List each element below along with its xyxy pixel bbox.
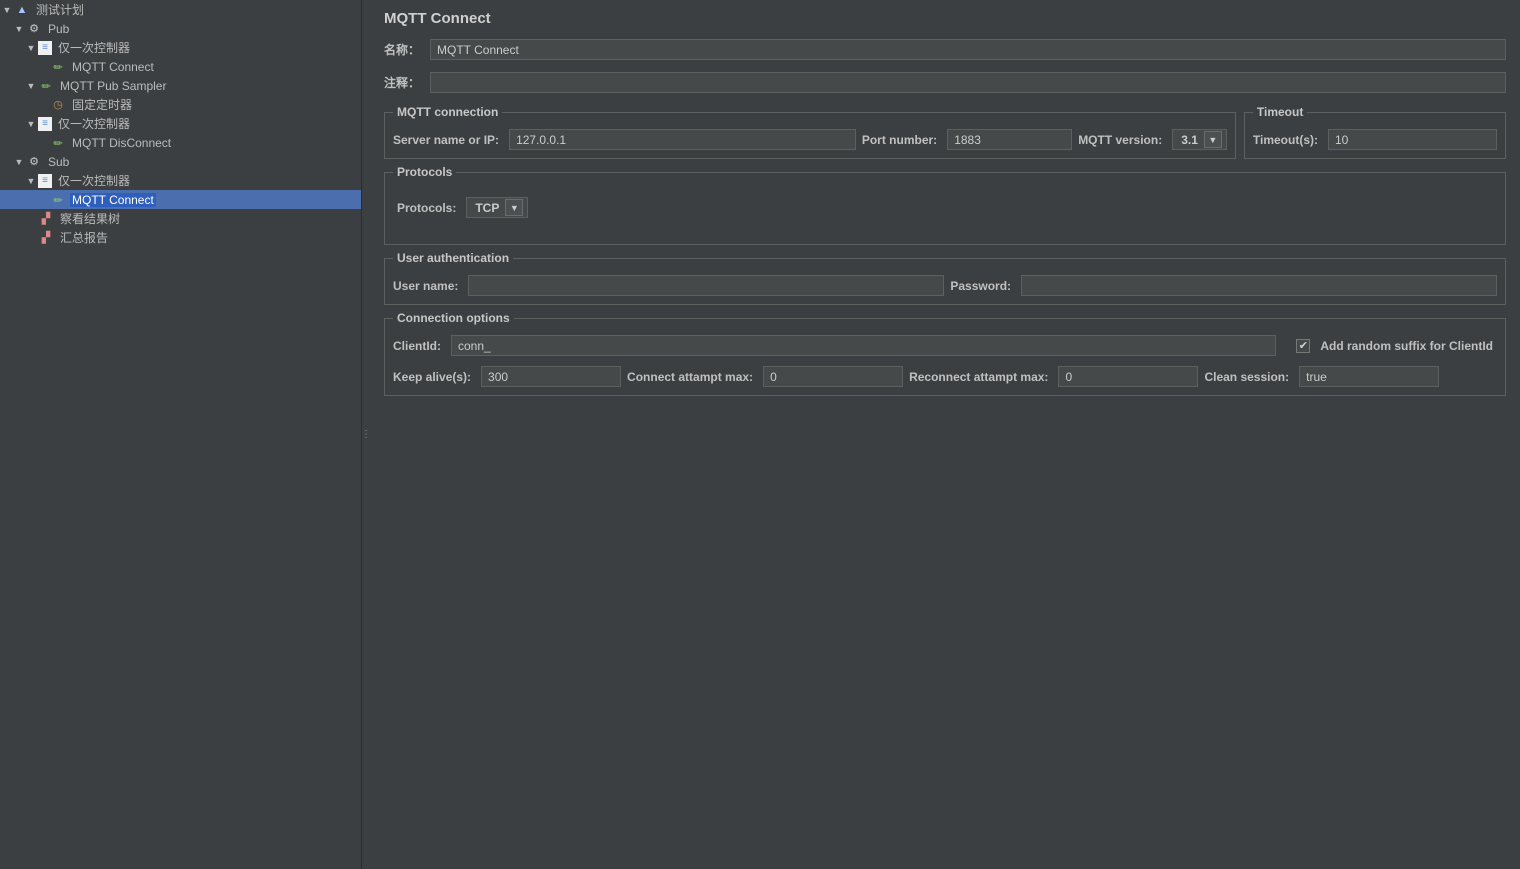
tree-label: Pub [46, 22, 71, 36]
password-label: Password: [950, 279, 1015, 293]
protocols-label: Protocols: [397, 201, 460, 215]
clean-session-input[interactable] [1299, 366, 1439, 387]
tree-label: 仅一次控制器 [56, 39, 132, 56]
sampler-icon: ✎ [47, 188, 70, 211]
tree-label: MQTT Pub Sampler [58, 79, 168, 93]
tree-label: 固定定时器 [70, 96, 134, 113]
tree-node-mqtt-connect-selected[interactable]: ✎ MQTT Connect [0, 190, 361, 209]
comment-row: 注释： [384, 72, 1506, 93]
controller-icon: ≡ [38, 117, 52, 131]
user-auth-fieldset: User authentication User name: Password: [384, 251, 1506, 305]
tree-label: MQTT Connect [70, 60, 156, 74]
server-label: Server name or IP: [393, 133, 503, 147]
flask-icon: ▲ [14, 2, 30, 18]
tree-node-sub[interactable]: ▼ ⚙ Sub [0, 152, 361, 171]
password-input[interactable] [1021, 275, 1497, 296]
name-row: 名称： [384, 39, 1506, 60]
report-icon: ▞ [38, 211, 54, 227]
connect-attempt-label: Connect attampt max: [627, 370, 757, 384]
server-input[interactable] [509, 129, 856, 150]
tree-node-view-results[interactable]: ▞ 察看结果树 [0, 209, 361, 228]
connection-options-legend: Connection options [393, 311, 514, 325]
keepalive-input[interactable] [481, 366, 621, 387]
clientid-label: ClientId: [393, 339, 445, 353]
tree-node-mqtt-disconnect[interactable]: ✎ MQTT DisConnect [0, 133, 361, 152]
sampler-icon: ✎ [47, 55, 70, 78]
gear-icon: ⚙ [26, 154, 42, 170]
mqtt-version-select[interactable]: 3.1 ▼ [1172, 129, 1227, 150]
comment-input[interactable] [430, 72, 1506, 93]
sampler-icon: ✎ [35, 74, 58, 97]
username-label: User name: [393, 279, 462, 293]
clean-session-label: Clean session: [1204, 370, 1293, 384]
name-label: 名称： [384, 41, 424, 58]
port-label: Port number: [862, 133, 941, 147]
toggle-icon[interactable]: ▼ [14, 24, 24, 34]
protocols-fieldset: Protocols Protocols: TCP ▼ [384, 165, 1506, 245]
toggle-icon[interactable]: ▼ [14, 157, 24, 167]
tree-label: MQTT DisConnect [70, 136, 173, 150]
tree-label: 仅一次控制器 [56, 172, 132, 189]
tree-node-pub-sampler[interactable]: ▼ ✎ MQTT Pub Sampler [0, 76, 361, 95]
connect-attempt-input[interactable] [763, 366, 903, 387]
protocols-value: TCP [475, 201, 499, 215]
timeout-input[interactable] [1328, 129, 1497, 150]
tree-node-test-plan[interactable]: ▼ ▲ 测试计划 [0, 0, 361, 19]
toggle-icon[interactable]: ▼ [2, 5, 12, 15]
keepalive-label: Keep alive(s): [393, 370, 475, 384]
toggle-icon[interactable]: ▼ [26, 176, 36, 186]
tree-label: 察看结果树 [58, 210, 122, 227]
reconnect-attempt-input[interactable] [1058, 366, 1198, 387]
connection-options-fieldset: Connection options ClientId: ✔ Add rando… [384, 311, 1506, 396]
tree-label: Sub [46, 155, 71, 169]
tree-label: 仅一次控制器 [56, 115, 132, 132]
user-auth-legend: User authentication [393, 251, 513, 265]
username-input[interactable] [468, 275, 944, 296]
tree-label: MQTT Connect [70, 193, 156, 207]
reconnect-attempt-label: Reconnect attampt max: [909, 370, 1052, 384]
timeout-fieldset: Timeout Timeout(s): [1244, 105, 1506, 159]
tree-node-summary[interactable]: ▞ 汇总报告 [0, 228, 361, 247]
tree-node-pub[interactable]: ▼ ⚙ Pub [0, 19, 361, 38]
controller-icon: ≡ [38, 41, 52, 55]
version-label: MQTT version: [1078, 133, 1166, 147]
chevron-down-icon: ▼ [505, 199, 523, 216]
tree-label: 汇总报告 [58, 229, 110, 246]
mqtt-connection-legend: MQTT connection [393, 105, 502, 119]
mqtt-connection-fieldset: MQTT connection Server name or IP: Port … [384, 105, 1236, 159]
comment-label: 注释： [384, 74, 424, 91]
tree-label: 测试计划 [34, 1, 86, 18]
toggle-icon[interactable]: ▼ [26, 119, 36, 129]
chevron-down-icon: ▼ [1204, 131, 1222, 148]
tree-node-once-controller[interactable]: ▼ ≡ 仅一次控制器 [0, 171, 361, 190]
clientid-input[interactable] [451, 335, 1276, 356]
main-panel: MQTT Connect 名称： 注释： MQTT connection Ser… [370, 0, 1520, 869]
random-suffix-checkbox[interactable]: ✔ [1296, 339, 1310, 353]
mqtt-version-value: 3.1 [1181, 133, 1198, 147]
tree-node-once-controller[interactable]: ▼ ≡ 仅一次控制器 [0, 38, 361, 57]
tree-node-once-controller[interactable]: ▼ ≡ 仅一次控制器 [0, 114, 361, 133]
timeout-legend: Timeout [1253, 105, 1307, 119]
page-title: MQTT Connect [384, 10, 1506, 27]
timeout-label: Timeout(s): [1253, 133, 1322, 147]
controller-icon: ≡ [38, 174, 52, 188]
report-icon: ▞ [38, 230, 54, 246]
tree-node-fixed-timer[interactable]: ◷ 固定定时器 [0, 95, 361, 114]
timer-icon: ◷ [50, 97, 66, 113]
protocols-legend: Protocols [393, 165, 456, 179]
splitter-handle[interactable]: ⋮ [362, 0, 370, 869]
tree-sidebar: ▼ ▲ 测试计划 ▼ ⚙ Pub ▼ ≡ 仅一次控制器 ✎ MQTT Conne… [0, 0, 362, 869]
tree-node-mqtt-connect[interactable]: ✎ MQTT Connect [0, 57, 361, 76]
name-input[interactable] [430, 39, 1506, 60]
protocols-select[interactable]: TCP ▼ [466, 197, 528, 218]
gear-icon: ⚙ [26, 21, 42, 37]
random-suffix-label: Add random suffix for ClientId [1320, 339, 1497, 353]
port-input[interactable] [947, 129, 1072, 150]
sampler-icon: ✎ [47, 131, 70, 154]
toggle-icon[interactable]: ▼ [26, 43, 36, 53]
